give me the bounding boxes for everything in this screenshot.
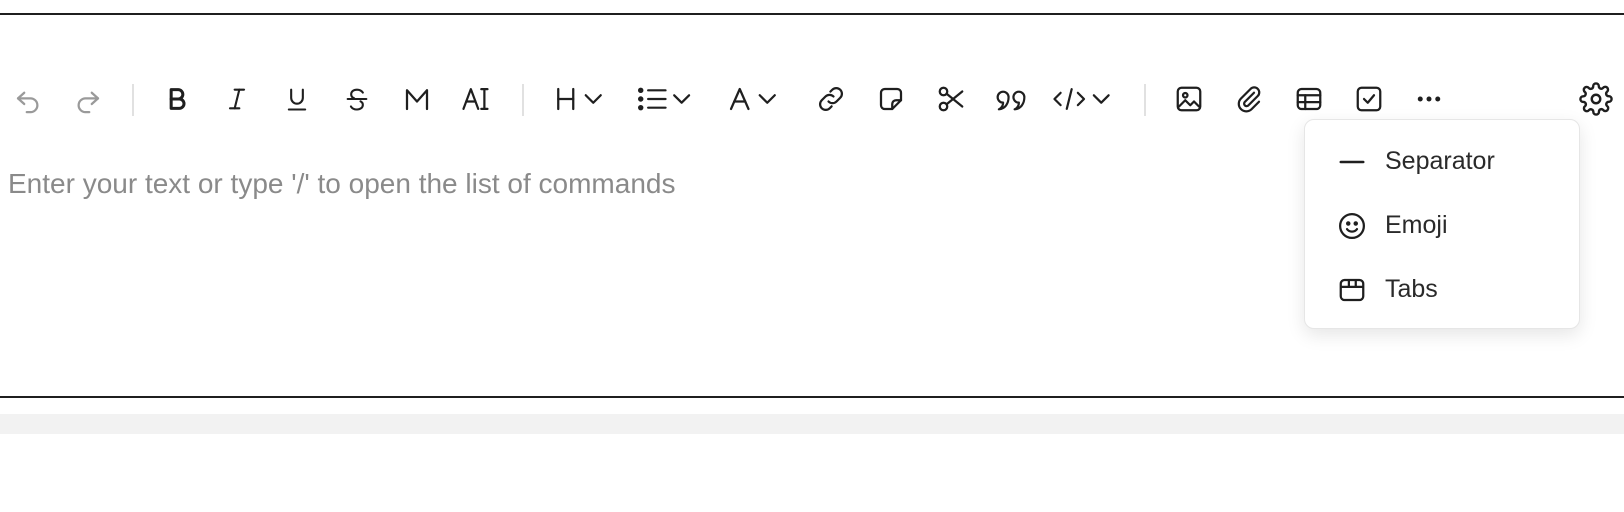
more-icon [1417,96,1441,102]
link-button[interactable] [807,67,855,131]
underline-button[interactable] [273,67,321,131]
redo-icon [77,91,100,114]
code-dropdown-button[interactable] [1052,67,1116,131]
attachment-icon [1237,86,1261,113]
undo-button[interactable] [4,67,52,131]
toolbar-divider [522,84,524,116]
note-icon [879,87,903,111]
bold-icon [169,88,186,110]
toolbar-divider [132,84,134,116]
editor-footer-bar [0,414,1624,434]
heading-dropdown-button[interactable] [550,67,614,131]
strikethrough-icon [346,88,368,111]
emoji-icon [1339,213,1365,239]
strikethrough-button[interactable] [333,67,381,131]
undo-icon [16,91,39,114]
settings-button[interactable] [1572,67,1620,131]
note-button[interactable] [867,67,915,131]
quote-icon [996,90,1026,111]
text-size-button[interactable] [453,67,501,131]
link-icon [818,86,844,112]
mark-button[interactable] [393,67,441,131]
underline-icon [287,88,307,111]
settings-icon [1579,82,1613,116]
mark-icon [405,89,429,111]
scissors-icon [938,86,964,112]
checklist-icon [1356,86,1382,112]
horizontal-rule-icon [1339,160,1365,164]
italic-icon [228,88,246,110]
bold-button[interactable] [153,67,201,131]
more-dropdown-menu: Separator Emoji Tabs [1304,119,1580,329]
quote-button[interactable] [987,67,1035,131]
menu-item-separator[interactable]: Separator [1305,133,1579,189]
scissors-button[interactable] [927,67,975,131]
image-icon [1176,86,1202,112]
heading-dropdown-icon [557,87,602,111]
list-dropdown-button[interactable] [636,67,700,131]
toolbar-divider [1144,84,1146,116]
menu-item-emoji[interactable]: Emoji [1305,197,1579,253]
menu-item-label: Emoji [1385,210,1448,239]
menu-item-tabs[interactable]: Tabs [1305,261,1579,317]
text-size-icon [462,88,489,110]
code-dropdown-icon [1053,88,1110,110]
menu-item-label: Separator [1385,146,1495,175]
tabs-icon [1339,278,1365,302]
font-color-dropdown-button[interactable] [724,67,788,131]
list-dropdown-icon [637,87,691,111]
italic-button[interactable] [213,67,261,131]
table-icon [1296,87,1322,111]
editor-placeholder[interactable]: Enter your text or type '/' to open the … [8,168,675,200]
font-color-dropdown-icon [729,87,776,111]
image-button[interactable] [1165,67,1213,131]
attachment-button[interactable] [1225,67,1273,131]
menu-item-label: Tabs [1385,274,1438,303]
redo-button[interactable] [64,67,112,131]
